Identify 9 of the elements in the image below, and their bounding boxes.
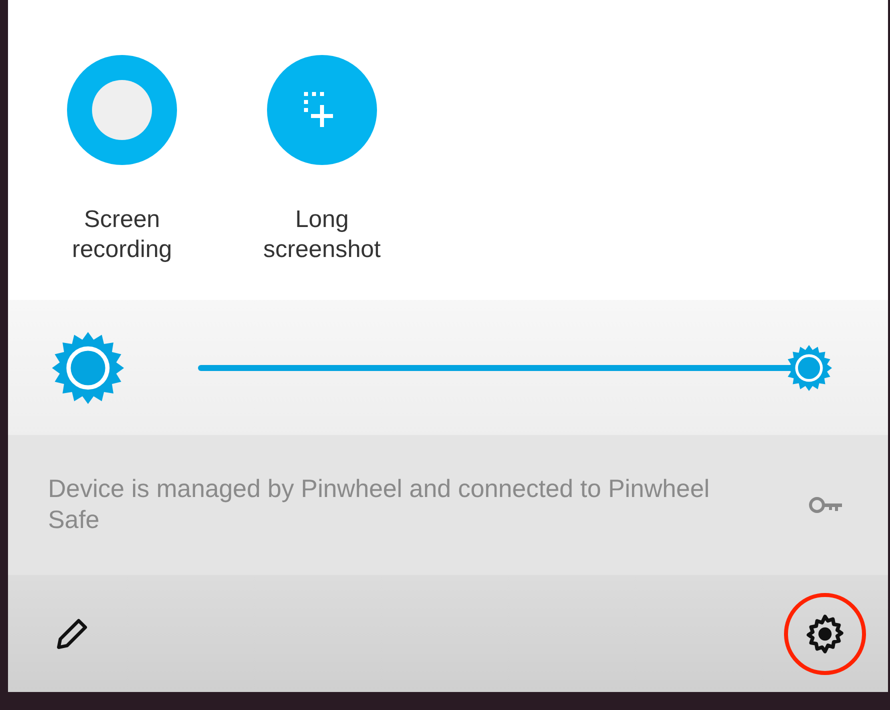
brightness-icon: [52, 332, 124, 404]
slider-thumb[interactable]: [786, 344, 832, 390]
key-icon: [808, 496, 844, 514]
quick-tile[interactable]: Screen recording: [52, 55, 192, 300]
record-icon: [67, 55, 177, 165]
settings-button[interactable]: [784, 592, 866, 674]
screenshot-icon: [267, 55, 377, 165]
quick-tile[interactable]: Long screenshot: [252, 55, 392, 300]
device-notice: Device is managed by Pinwheel and connected to Pinwheel Safe: [48, 474, 711, 536]
